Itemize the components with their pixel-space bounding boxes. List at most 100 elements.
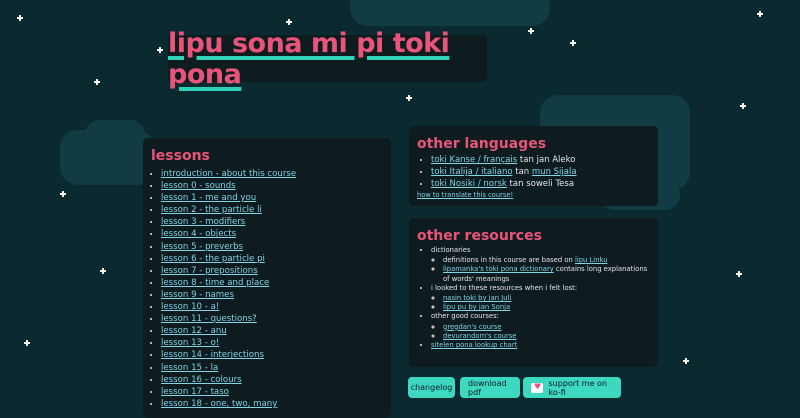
kofi-button[interactable]: support me on ko-fi <box>523 377 621 398</box>
lesson-link-11[interactable]: lesson 11 - questions? <box>161 314 257 324</box>
cloud <box>420 0 520 20</box>
site-title-box: lipu sona mi pi toki pona <box>168 28 487 90</box>
lesson-link-15[interactable]: lesson 15 - la <box>161 363 218 373</box>
lessons-panel: lessons introduction - about this course… <box>143 138 391 418</box>
gregdan-course-link[interactable]: gregdan's course <box>443 323 502 331</box>
list-item: lesson 14 - interjections <box>161 349 383 361</box>
lipamanka-dictionary-link[interactable]: lipamanka's toki pona dictionary <box>443 265 554 273</box>
list-item: lesson 4 - objects <box>161 228 383 240</box>
dictionaries-sublist: definitions in this course are based on … <box>431 256 650 284</box>
changelog-label: changelog <box>410 383 453 392</box>
lang-link-italian[interactable]: toki Italija / italiano <box>431 167 513 177</box>
star-icon <box>286 19 292 25</box>
star-icon <box>406 95 412 101</box>
star-icon <box>683 358 689 364</box>
other-resources-panel: other resources dictionaries definitions… <box>409 218 658 367</box>
star-icon <box>17 15 23 21</box>
list-item: lesson 16 - colours <box>161 374 383 386</box>
list-item: lesson 3 - modifiers <box>161 216 383 228</box>
other-languages-heading: other languages <box>417 136 547 152</box>
site-title[interactable]: lipu sona mi pi toki pona <box>168 28 487 90</box>
lesson-link-9[interactable]: lesson 9 - names <box>161 290 234 300</box>
star-icon <box>570 40 576 46</box>
kofi-label: support me on ko-fi <box>548 378 607 397</box>
looked-label: i looked to these resources when i felt … <box>431 283 578 292</box>
lesson-link-3[interactable]: lesson 3 - modifiers <box>161 217 245 227</box>
list-item: devurandom's course <box>443 332 650 341</box>
lesson-link-4[interactable]: lesson 4 - objects <box>161 229 236 239</box>
good-courses-label: other good courses: <box>431 312 499 321</box>
list-item: i looked to these resources when i felt … <box>431 284 650 313</box>
other-resources-heading: other resources <box>417 228 542 244</box>
translator-link[interactable]: mun Sijala <box>532 167 577 177</box>
list-item: lesson 10 - a! <box>161 301 383 313</box>
list-item: gregdan's course <box>443 323 650 332</box>
lesson-link-10[interactable]: lesson 10 - a! <box>161 302 219 312</box>
star-icon <box>528 28 534 34</box>
list-item: lesson 15 - la <box>161 362 383 374</box>
cloud <box>85 120 145 150</box>
lesson-link-12[interactable]: lesson 12 - anu <box>161 326 227 336</box>
lipu-linku-link[interactable]: lipu Linku <box>575 256 608 264</box>
list-item: lesson 9 - names <box>161 289 383 301</box>
resources-list: dictionaries definitions in this course … <box>417 246 650 350</box>
sitelen-pona-chart-link[interactable]: sitelen pona lookup chart <box>431 341 517 349</box>
list-item: lesson 7 - prepositions <box>161 265 383 277</box>
star-icon <box>157 47 163 53</box>
kofi-cup-icon <box>531 382 543 393</box>
lesson-link-0[interactable]: lesson 0 - sounds <box>161 181 236 191</box>
lessons-heading: lessons <box>151 148 210 164</box>
lesson-link-16[interactable]: lesson 16 - colours <box>161 375 242 385</box>
lesson-link-5[interactable]: lesson 5 - preverbs <box>161 242 243 252</box>
lesson-link-7[interactable]: lesson 7 - prepositions <box>161 266 258 276</box>
lesson-link-14[interactable]: lesson 14 - interjections <box>161 350 264 360</box>
translator-name: soweli Tesa <box>526 179 575 189</box>
lessons-list: introduction - about this course lesson … <box>151 168 383 410</box>
download-pdf-button[interactable]: download pdf <box>460 377 520 398</box>
star-icon <box>94 79 100 85</box>
lang-link-norwegian[interactable]: toki Nosiki / norsk <box>431 179 507 189</box>
list-item: lesson 18 - one, two, many <box>161 398 383 410</box>
list-item: toki Nosiki / norsk tan soweli Tesa <box>431 178 650 190</box>
list-item: toki Kanse / français tan jan Aleko <box>431 154 650 166</box>
how-to-translate-link[interactable]: how to translate this course! <box>417 191 650 199</box>
languages-list: toki Kanse / français tan jan Aleko toki… <box>417 154 650 190</box>
other-languages-panel: other languages toki Kanse / français ta… <box>409 126 658 206</box>
list-item: lesson 12 - anu <box>161 325 383 337</box>
lesson-link-8[interactable]: lesson 8 - time and place <box>161 278 269 288</box>
list-item: lesson 17 - taso <box>161 386 383 398</box>
list-item: sitelen pona lookup chart <box>431 341 650 350</box>
star-icon <box>60 191 66 197</box>
lesson-link-13[interactable]: lesson 13 - o! <box>161 338 219 348</box>
nasin-toki-link[interactable]: nasin toki by jan Juli <box>443 294 511 302</box>
list-item: other good courses: gregdan's course dev… <box>431 312 650 341</box>
lesson-link-6[interactable]: lesson 6 - the particle pi <box>161 254 265 264</box>
list-item: lesson 13 - o! <box>161 337 383 349</box>
lesson-link-18[interactable]: lesson 18 - one, two, many <box>161 399 277 409</box>
lesson-link-17[interactable]: lesson 17 - taso <box>161 387 229 397</box>
list-item: lesson 1 - me and you <box>161 192 383 204</box>
list-item: lipamanka's toki pona dictionary contain… <box>443 265 650 283</box>
list-item: introduction - about this course <box>161 168 383 180</box>
star-icon <box>740 103 746 109</box>
list-item: lesson 5 - preverbs <box>161 241 383 253</box>
good-courses-sublist: gregdan's course devurandom's course <box>431 323 650 341</box>
lipu-pu-link[interactable]: lipu pu by jan Sonja <box>443 303 510 311</box>
list-item: lipu pu by jan Sonja <box>443 303 650 312</box>
devurandom-course-link[interactable]: devurandom's course <box>443 332 516 340</box>
lesson-link-2[interactable]: lesson 2 - the particle li <box>161 205 262 215</box>
lang-link-french[interactable]: toki Kanse / français <box>431 155 517 165</box>
star-icon <box>757 11 763 17</box>
dict1-text: definitions in this course are based on <box>443 256 575 265</box>
list-item: lesson 2 - the particle li <box>161 204 383 216</box>
star-icon <box>736 271 742 277</box>
list-item: lesson 8 - time and place <box>161 277 383 289</box>
changelog-button[interactable]: changelog <box>408 377 455 398</box>
list-item: lesson 11 - questions? <box>161 313 383 325</box>
translator-sep: tan <box>512 167 532 177</box>
lesson-link-intro[interactable]: introduction - about this course <box>161 169 296 179</box>
lesson-link-1[interactable]: lesson 1 - me and you <box>161 193 256 203</box>
translator-sep: tan <box>506 179 527 189</box>
list-item: toki Italija / italiano tan mun Sijala <box>431 166 650 178</box>
list-item: definitions in this course are based on … <box>443 256 650 265</box>
